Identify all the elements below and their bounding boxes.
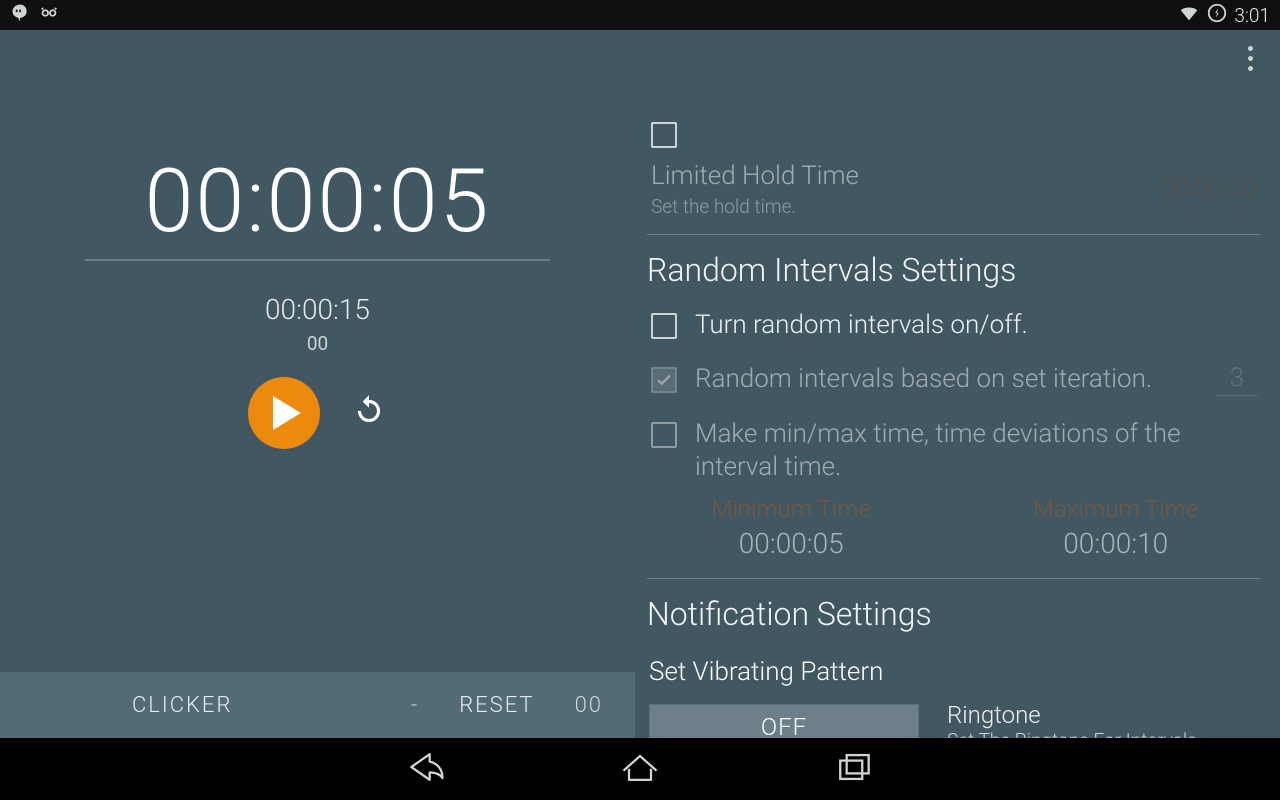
decrement-button[interactable]: - [411,693,419,718]
pref-sub: Set The Ringtone For Intervals. [947,729,1201,738]
timer-underline [85,259,550,261]
settings-pane[interactable]: Turn limited hold on/off. Limited Hold T… [635,30,1280,738]
pref-sub: Set the hold time. [651,195,1143,218]
pref-title: Ringtone [947,701,1201,729]
clicker-bar: CLICKER - RESET 00 [0,672,635,738]
refresh-icon [350,392,388,430]
pref-limited-hold-toggle[interactable]: Turn limited hold on/off. [645,122,1262,160]
cyanogenmod-icon [38,2,60,29]
back-icon [404,747,448,787]
timer-main-display[interactable]: 00:00:05 [145,150,491,253]
battery-charging-icon [1206,2,1228,29]
recents-icon [832,747,876,787]
checkbox-unchecked-icon[interactable] [651,122,677,148]
divider [647,234,1260,235]
checkbox-checked-icon [651,367,677,393]
timer-controls [248,377,388,449]
clicker-button[interactable]: CLICKER [132,693,232,718]
checkbox-unchecked-icon[interactable] [651,313,677,339]
toggle-off[interactable]: OFF [649,704,919,739]
pref-limited-hold-time: Limited Hold Time Set the hold time. 00:… [645,160,1262,230]
back-button[interactable] [404,747,448,791]
pref-label: Turn random intervals on/off. [695,309,1258,342]
clicker-count: 00 [575,693,603,718]
android-status-bar: 3:01 [0,0,1280,30]
pref-vibrate-pattern[interactable]: Set Vibrating Pattern [649,657,883,687]
status-clock: 3:01 [1234,4,1270,27]
action-bar [0,30,1280,86]
wifi-icon [1178,2,1200,29]
hangouts-icon [10,3,30,28]
timer-sub2-display: 00 [307,332,328,355]
overflow-menu-icon[interactable] [1234,38,1266,78]
checkbox-unchecked-icon [651,422,677,448]
pref-random-toggle[interactable]: Turn random intervals on/off. [645,299,1262,354]
reset-timer-button[interactable] [350,392,388,434]
section-notification: Notification Settings [645,583,1262,643]
play-icon [273,396,301,430]
pref-title: Limited Hold Time [651,160,1143,193]
pref-minmax-times: Minimum Time 00:00:05 Maximum Time 00:00… [645,495,1262,574]
timer-pane: 00:00:05 00:00:15 00 CLICKER - RESET 00 [0,30,635,738]
section-random-intervals: Random Intervals Settings [645,239,1262,299]
pref-minmax-deviation: Make min/max time, time deviations of th… [645,408,1262,495]
timer-sub-display: 00:00:15 [265,293,370,326]
min-time-label: Minimum Time [649,495,934,523]
android-nav-bar [0,738,1280,800]
app-body: 00:00:05 00:00:15 00 CLICKER - RESET 00 [0,30,1280,738]
pref-value: 00:00:30 [1161,174,1258,204]
min-time-value: 00:00:05 [649,527,934,560]
pref-label: Make min/max time, time deviations of th… [695,418,1258,483]
recents-button[interactable] [832,747,876,791]
pref-value: 3 [1216,363,1258,396]
pref-random-iteration: Random intervals based on set iteration.… [645,353,1262,408]
home-button[interactable] [618,747,662,791]
pref-ringtone[interactable]: Ringtone Set The Ringtone For Intervals. [947,701,1201,738]
reset-clicker-button[interactable]: RESET [459,693,534,718]
max-time-label: Maximum Time [974,495,1259,523]
home-icon [618,747,662,787]
max-time-value: 00:00:10 [974,527,1259,560]
divider [647,578,1260,579]
play-button[interactable] [248,377,320,449]
pref-label: Random intervals based on set iteration. [695,363,1198,396]
